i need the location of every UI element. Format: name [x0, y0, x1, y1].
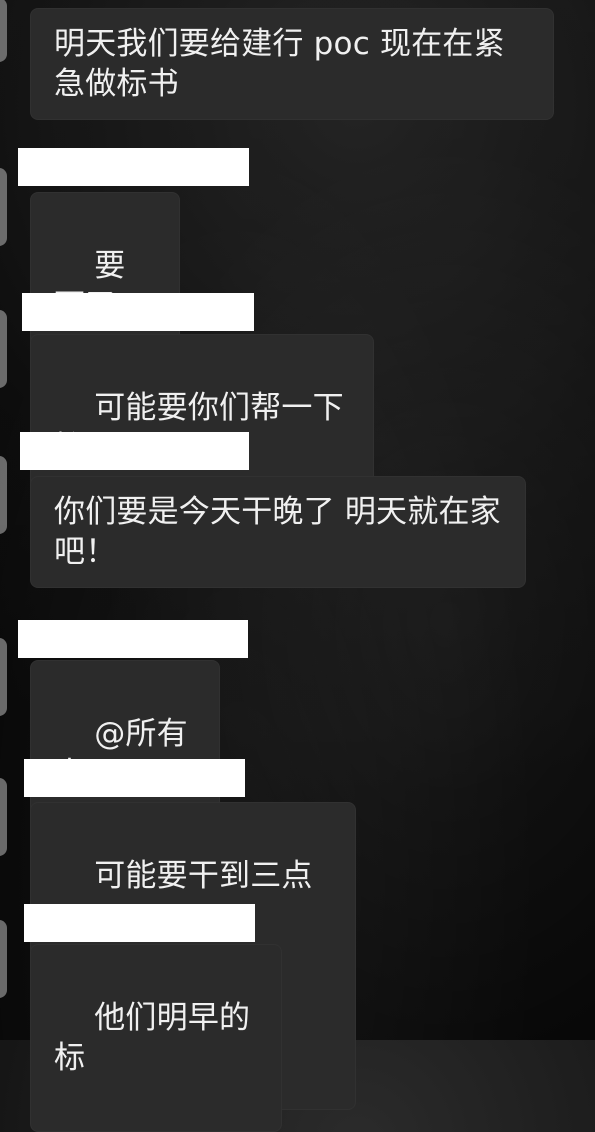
- message-text: 明天我们要给建行 poc 现在在紧急做标书: [54, 26, 505, 102]
- avatar[interactable]: [0, 0, 7, 62]
- avatar[interactable]: [0, 456, 7, 534]
- message-bubble[interactable]: 他们明早的标: [30, 944, 282, 1132]
- avatar[interactable]: [0, 168, 7, 246]
- message-bubble[interactable]: 你们要是今天干晚了 明天就在家吧！: [30, 476, 526, 588]
- avatar[interactable]: [0, 920, 7, 998]
- sender-name-redaction: [18, 148, 249, 186]
- message-bubble[interactable]: 明天我们要给建行 poc 现在在紧急做标书: [30, 8, 554, 120]
- sender-name-redaction: [18, 620, 248, 658]
- message-text: 你们要是今天干晚了 明天就在家吧！: [54, 494, 501, 570]
- sender-name-redaction: [20, 432, 249, 470]
- sender-name-redaction: [24, 904, 255, 942]
- sender-name-redaction: [22, 293, 254, 331]
- message-text: 他们明早的标: [54, 1000, 251, 1076]
- avatar[interactable]: [0, 638, 7, 716]
- message-text: 可能要干到三点: [94, 858, 313, 894]
- sender-name-redaction: [24, 759, 245, 797]
- avatar[interactable]: [0, 778, 7, 856]
- avatar[interactable]: [0, 310, 7, 388]
